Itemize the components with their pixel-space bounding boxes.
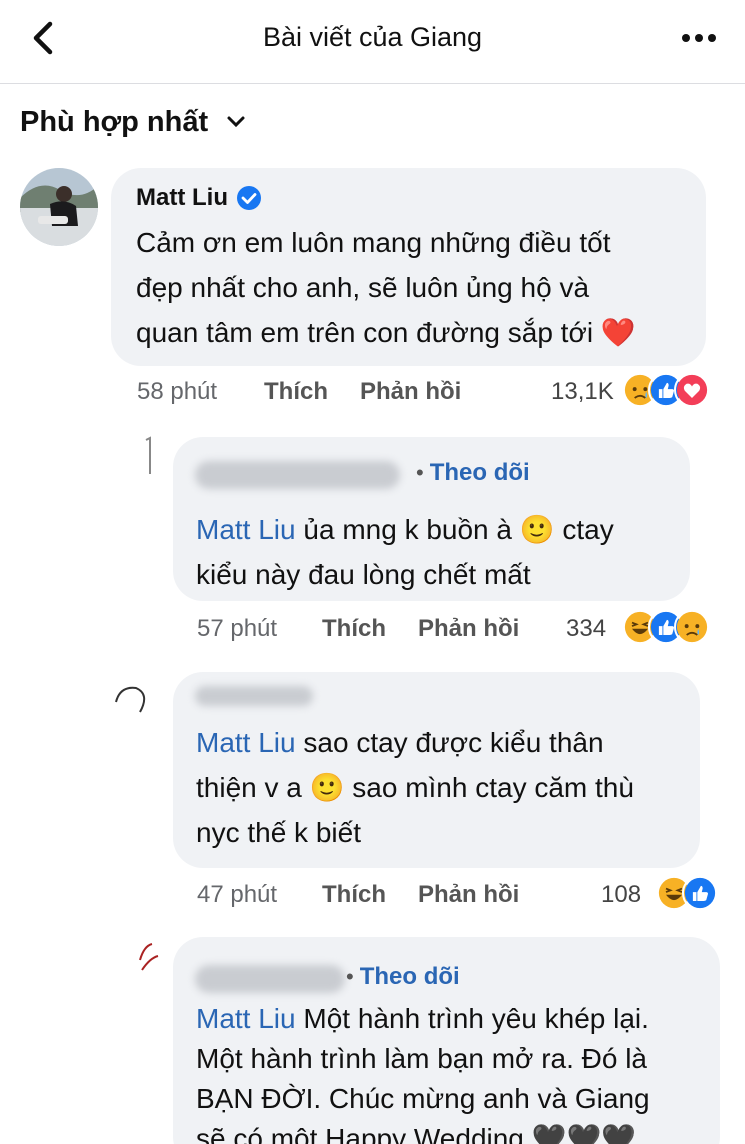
reply-line: sao ctay được kiểu thân bbox=[303, 727, 604, 758]
comment-line: đẹp nhất cho anh, sẽ luôn ủng hộ và bbox=[136, 272, 590, 303]
follow-row: • Theo dõi bbox=[338, 963, 460, 991]
love-icon bbox=[674, 372, 710, 408]
like-button[interactable]: Thích bbox=[322, 615, 386, 643]
sad-icon bbox=[674, 609, 710, 645]
reply-button[interactable]: Phản hồi bbox=[418, 615, 519, 643]
reply-time: 57 phút bbox=[197, 615, 278, 642]
separator-dot: • bbox=[346, 964, 354, 989]
comment-author-row: Matt Liu bbox=[136, 184, 262, 212]
reply-button[interactable]: Phản hồi bbox=[418, 881, 519, 909]
chevron-down-icon bbox=[227, 116, 245, 128]
reply-bubble: • Theo dõi Matt Liu Một hành trình yêu k… bbox=[173, 937, 720, 1144]
more-options-icon[interactable] bbox=[681, 30, 717, 46]
author-name-blurred bbox=[195, 686, 315, 708]
reaction-count[interactable]: 13,1K bbox=[551, 378, 614, 406]
reply-line: BẠN ĐỜI. Chúc mừng anh và Giang bbox=[196, 1083, 650, 1114]
sort-label: Phù hợp nhất bbox=[20, 105, 209, 138]
comment-actions: 58 phút Thích Phản hồi 13,1K bbox=[0, 372, 745, 412]
mention-link[interactable]: Matt Liu bbox=[196, 1003, 296, 1034]
reply-actions: 57 phút Thích Phản hồi 334 bbox=[0, 609, 745, 649]
reaction-count[interactable]: 108 bbox=[601, 881, 641, 909]
follow-button[interactable]: Theo dõi bbox=[430, 459, 530, 487]
reply-line: sẽ có một Happy Wedding 🖤🖤🖤 bbox=[196, 1123, 637, 1144]
reply-time: 47 phút bbox=[197, 881, 278, 908]
like-button[interactable]: Thích bbox=[264, 378, 328, 406]
top-bar: Bài viết của Giang bbox=[0, 0, 745, 84]
follow-row: • Theo dõi bbox=[408, 459, 530, 487]
reply-line: thiện v a 🙂 sao mình ctay căm thù bbox=[196, 772, 634, 803]
like-icon bbox=[682, 875, 718, 911]
reply-line: Một hành trình yêu khép lại. bbox=[303, 1003, 649, 1034]
sort-dropdown[interactable]: Phù hợp nhất bbox=[20, 102, 246, 142]
reply-text: Matt Liu ủa mng k buồn à 🙂 ctay kiểu này… bbox=[196, 507, 614, 597]
reply-text: Matt Liu sao ctay được kiểu thân thiện v… bbox=[196, 720, 634, 855]
reaction-count[interactable]: 334 bbox=[566, 615, 606, 643]
avatar[interactable] bbox=[128, 434, 168, 474]
comment-author[interactable]: Matt Liu bbox=[136, 184, 228, 212]
reply-line: ủa mng k buồn à 🙂 ctay bbox=[303, 514, 614, 545]
author-name-blurred bbox=[195, 965, 345, 993]
avatar[interactable] bbox=[20, 168, 98, 246]
comment-bubble: Matt Liu Cảm ơn em luôn mang những điều … bbox=[111, 168, 706, 366]
comment-line: Cảm ơn em luôn mang những điều tốt bbox=[136, 227, 611, 258]
comment-line: quan tâm em trên con đường sắp tới ❤️ bbox=[136, 317, 636, 348]
reply-bubble: Matt Liu sao ctay được kiểu thân thiện v… bbox=[173, 672, 700, 868]
comment-time: 58 phút bbox=[137, 378, 218, 405]
mention-link[interactable]: Matt Liu bbox=[196, 727, 296, 758]
reply-line: kiểu này đau lòng chết mất bbox=[196, 559, 531, 590]
reply-actions: 47 phút Thích Phản hồi 108 bbox=[0, 875, 745, 915]
avatar[interactable] bbox=[128, 940, 168, 980]
mention-link[interactable]: Matt Liu bbox=[196, 514, 296, 545]
separator-dot: • bbox=[416, 460, 424, 485]
page-title: Bài viết của Giang bbox=[262, 22, 483, 52]
verified-badge-icon bbox=[236, 186, 261, 210]
reply-line: Một hành trình làm bạn mở ra. Đó là bbox=[196, 1043, 648, 1074]
like-button[interactable]: Thích bbox=[322, 881, 386, 909]
comment-text: Cảm ơn em luôn mang những điều tốt đẹp n… bbox=[136, 220, 636, 355]
avatar-photo bbox=[20, 168, 98, 246]
follow-button[interactable]: Theo dõi bbox=[360, 963, 460, 991]
avatar[interactable] bbox=[110, 680, 150, 720]
reply-bubble: • Theo dõi Matt Liu ủa mng k buồn à 🙂 ct… bbox=[173, 437, 690, 601]
author-name-blurred bbox=[195, 459, 405, 489]
reply-line: nyc thế k biết bbox=[196, 817, 361, 848]
reply-text: Matt Liu Một hành trình yêu khép lại. Mộ… bbox=[196, 999, 650, 1144]
reply-button[interactable]: Phản hồi bbox=[360, 378, 461, 406]
